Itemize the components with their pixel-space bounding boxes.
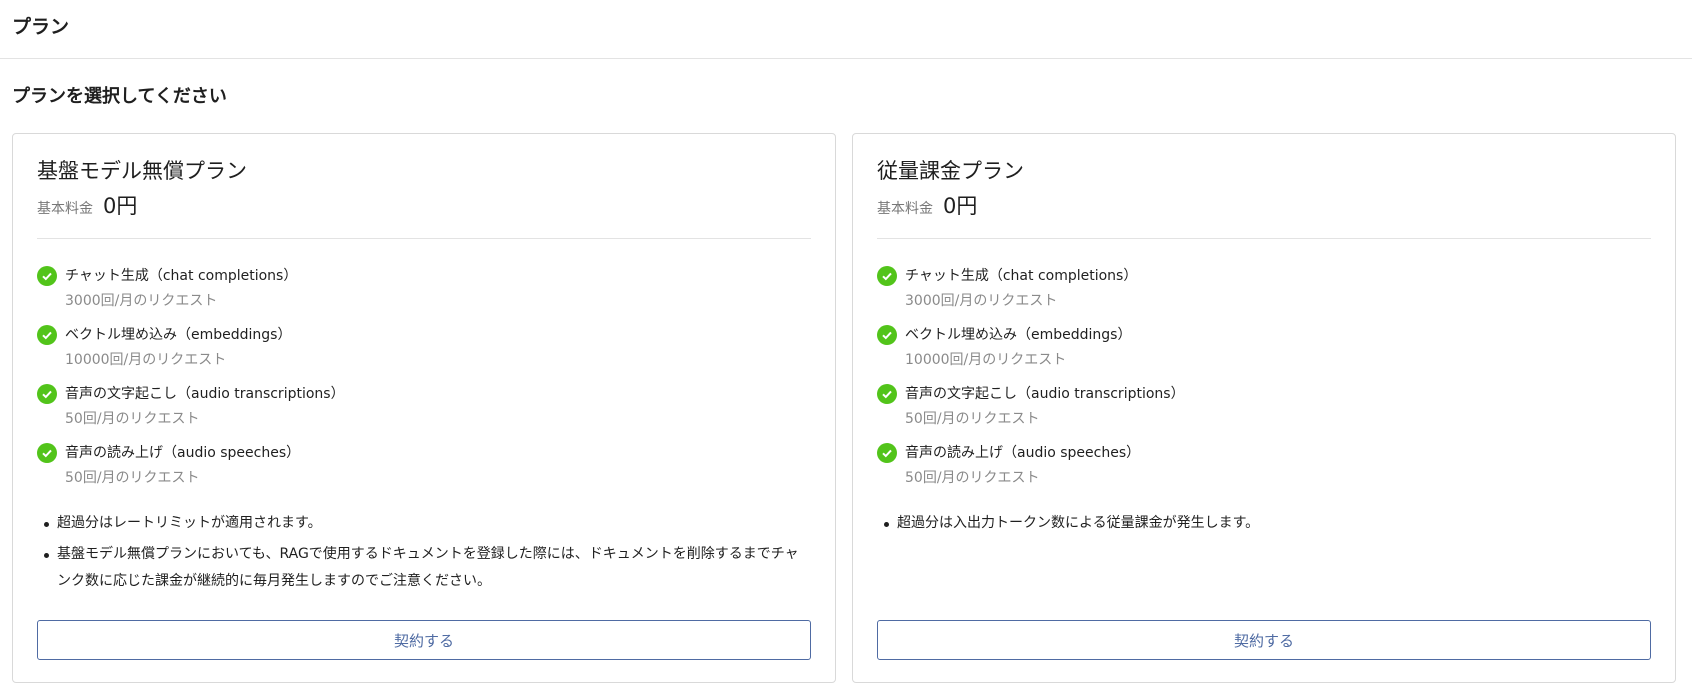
feature-title: チャット生成（chat completions）: [905, 268, 1138, 284]
feature-limit: 50回/月のリクエスト: [905, 411, 1040, 427]
page-title: プラン: [12, 16, 70, 38]
check-circle-icon: [37, 266, 57, 286]
note-list: 超過分はレートリミットが適用されます。 基盤モデル無償プランにおいても、RAGで…: [37, 510, 811, 595]
price-row: 基本料金 0円: [37, 190, 811, 218]
plan-name: 基盤モデル無償プラン: [37, 159, 247, 183]
plan-card-free: 基盤モデル無償プラン 基本料金 0円 チャット生成（chat completio…: [12, 133, 836, 683]
feature-limit: 10000回/月のリクエスト: [65, 352, 227, 368]
feature-limit: 3000回/月のリクエスト: [905, 293, 1058, 309]
price-label: 基本料金: [877, 201, 933, 217]
feature-title: ベクトル埋め込み（embeddings）: [65, 327, 292, 343]
contract-button[interactable]: 契約する: [877, 620, 1651, 660]
feature-item: チャット生成（chat completions） 3000回/月のリクエスト: [877, 263, 1651, 322]
price-row: 基本料金 0円: [877, 190, 1651, 218]
check-circle-icon: [877, 384, 897, 404]
feature-item: チャット生成（chat completions） 3000回/月のリクエスト: [37, 263, 811, 322]
price-value: 0円: [943, 194, 978, 218]
note-item: 超過分はレートリミットが適用されます。: [44, 510, 811, 537]
check-circle-icon: [877, 325, 897, 345]
feature-title: 音声の読み上げ（audio speeches）: [65, 445, 301, 461]
feature-item: 音声の読み上げ（audio speeches） 50回/月のリクエスト: [37, 440, 811, 499]
check-circle-icon: [877, 266, 897, 286]
feature-list: チャット生成（chat completions） 3000回/月のリクエスト ベ…: [877, 263, 1651, 499]
feature-title: チャット生成（chat completions）: [65, 268, 298, 284]
note-item: 超過分は入出力トークン数による従量課金が発生します。: [884, 510, 1651, 537]
price-label: 基本料金: [37, 201, 93, 217]
feature-item: 音声の文字起こし（audio transcriptions） 50回/月のリクエ…: [877, 381, 1651, 440]
check-circle-icon: [877, 443, 897, 463]
feature-title: 音声の読み上げ（audio speeches）: [905, 445, 1141, 461]
feature-limit: 50回/月のリクエスト: [65, 470, 200, 486]
feature-limit: 50回/月のリクエスト: [905, 470, 1040, 486]
page-header: プラン: [0, 0, 1692, 59]
section-title: プランを選択してください: [12, 86, 227, 107]
divider: [37, 238, 811, 239]
note-item: 基盤モデル無償プランにおいても、RAGで使用するドキュメントを登録した際には、ド…: [44, 541, 811, 595]
feature-item: 音声の文字起こし（audio transcriptions） 50回/月のリクエ…: [37, 381, 811, 440]
plan-name: 従量課金プラン: [877, 159, 1024, 183]
feature-item: ベクトル埋め込み（embeddings） 10000回/月のリクエスト: [37, 322, 811, 381]
feature-list: チャット生成（chat completions） 3000回/月のリクエスト ベ…: [37, 263, 811, 499]
feature-limit: 3000回/月のリクエスト: [65, 293, 218, 309]
feature-title: 音声の文字起こし（audio transcriptions）: [65, 386, 345, 402]
contract-button[interactable]: 契約する: [37, 620, 811, 660]
check-circle-icon: [37, 384, 57, 404]
feature-item: 音声の読み上げ（audio speeches） 50回/月のリクエスト: [877, 440, 1651, 499]
price-value: 0円: [103, 194, 138, 218]
note-list: 超過分は入出力トークン数による従量課金が発生します。: [877, 510, 1651, 537]
feature-limit: 10000回/月のリクエスト: [905, 352, 1067, 368]
feature-item: ベクトル埋め込み（embeddings） 10000回/月のリクエスト: [877, 322, 1651, 381]
check-circle-icon: [37, 325, 57, 345]
feature-title: 音声の文字起こし（audio transcriptions）: [905, 386, 1185, 402]
divider: [877, 238, 1651, 239]
plan-card-pay-as-you-go: 従量課金プラン 基本料金 0円 チャット生成（chat completions）…: [852, 133, 1676, 683]
check-circle-icon: [37, 443, 57, 463]
feature-limit: 50回/月のリクエスト: [65, 411, 200, 427]
feature-title: ベクトル埋め込み（embeddings）: [905, 327, 1132, 343]
